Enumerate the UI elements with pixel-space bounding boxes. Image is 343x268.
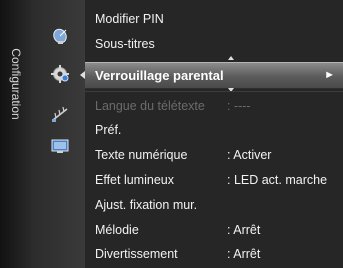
menu-item-value: : ----: [227, 99, 251, 113]
menu-item-ajust-fixation-mur[interactable]: Ajust. fixation mur.: [85, 194, 343, 216]
menu-item-value: : LED act. marche: [227, 173, 328, 187]
antenna-icon[interactable]: [50, 105, 70, 123]
submenu-arrow-icon: ►: [324, 69, 335, 81]
menu-item-value: : Arrêt: [227, 247, 261, 261]
menu-item-modifier-pin[interactable]: Modifier PIN: [85, 8, 343, 30]
menu-item-texte-numerique[interactable]: Texte numérique : Activer: [85, 144, 343, 166]
menu-item-label: Sous-titres: [95, 37, 155, 51]
menu-item-verrouillage-parental[interactable]: Verrouillage parental ►: [85, 62, 343, 89]
menu-item-divertissement[interactable]: Divertissement : Arrêt: [85, 243, 343, 265]
menu-item-label: Effet lumineux: [95, 173, 174, 187]
menu-item-sous-titres[interactable]: Sous-titres: [85, 33, 343, 55]
input-icon[interactable]: [50, 137, 70, 155]
selected-item-label: Verrouillage parental: [95, 68, 224, 83]
menu-item-label: Mélodie: [95, 223, 139, 237]
sidebar-label: Configuration: [0, 0, 32, 268]
menu-item-effet-lumineux[interactable]: Effet lumineux : LED act. marche: [85, 169, 343, 191]
menu-item-label: Modifier PIN: [95, 12, 164, 26]
menu-item-label: Texte numérique: [95, 148, 188, 162]
menu-item-pref[interactable]: Préf.: [85, 119, 343, 141]
settings-menu: Modifier PIN Sous-titres Verrouillage pa…: [85, 0, 343, 268]
satellite-dish-icon[interactable]: [50, 27, 70, 45]
menu-item-label: Divertissement: [95, 247, 178, 261]
menu-item-label: Ajust. fixation mur.: [95, 198, 198, 212]
scroll-up-icon[interactable]: [228, 56, 234, 60]
menu-item-label: Langue du télétexte: [95, 99, 205, 113]
gear-icon[interactable]: [50, 65, 70, 83]
menu-item-melodie[interactable]: Mélodie : Arrêt: [85, 219, 343, 241]
sidebar-title: Configuration: [9, 48, 23, 120]
menu-item-langue-teletexte: Langue du télétexte : ----: [85, 95, 343, 117]
menu-item-label: Préf.: [95, 123, 122, 137]
divider: [85, 91, 343, 92]
menu-item-value: : Activer: [227, 148, 272, 162]
category-icon-column: [32, 0, 85, 268]
menu-item-value: : Arrêt: [227, 223, 261, 237]
